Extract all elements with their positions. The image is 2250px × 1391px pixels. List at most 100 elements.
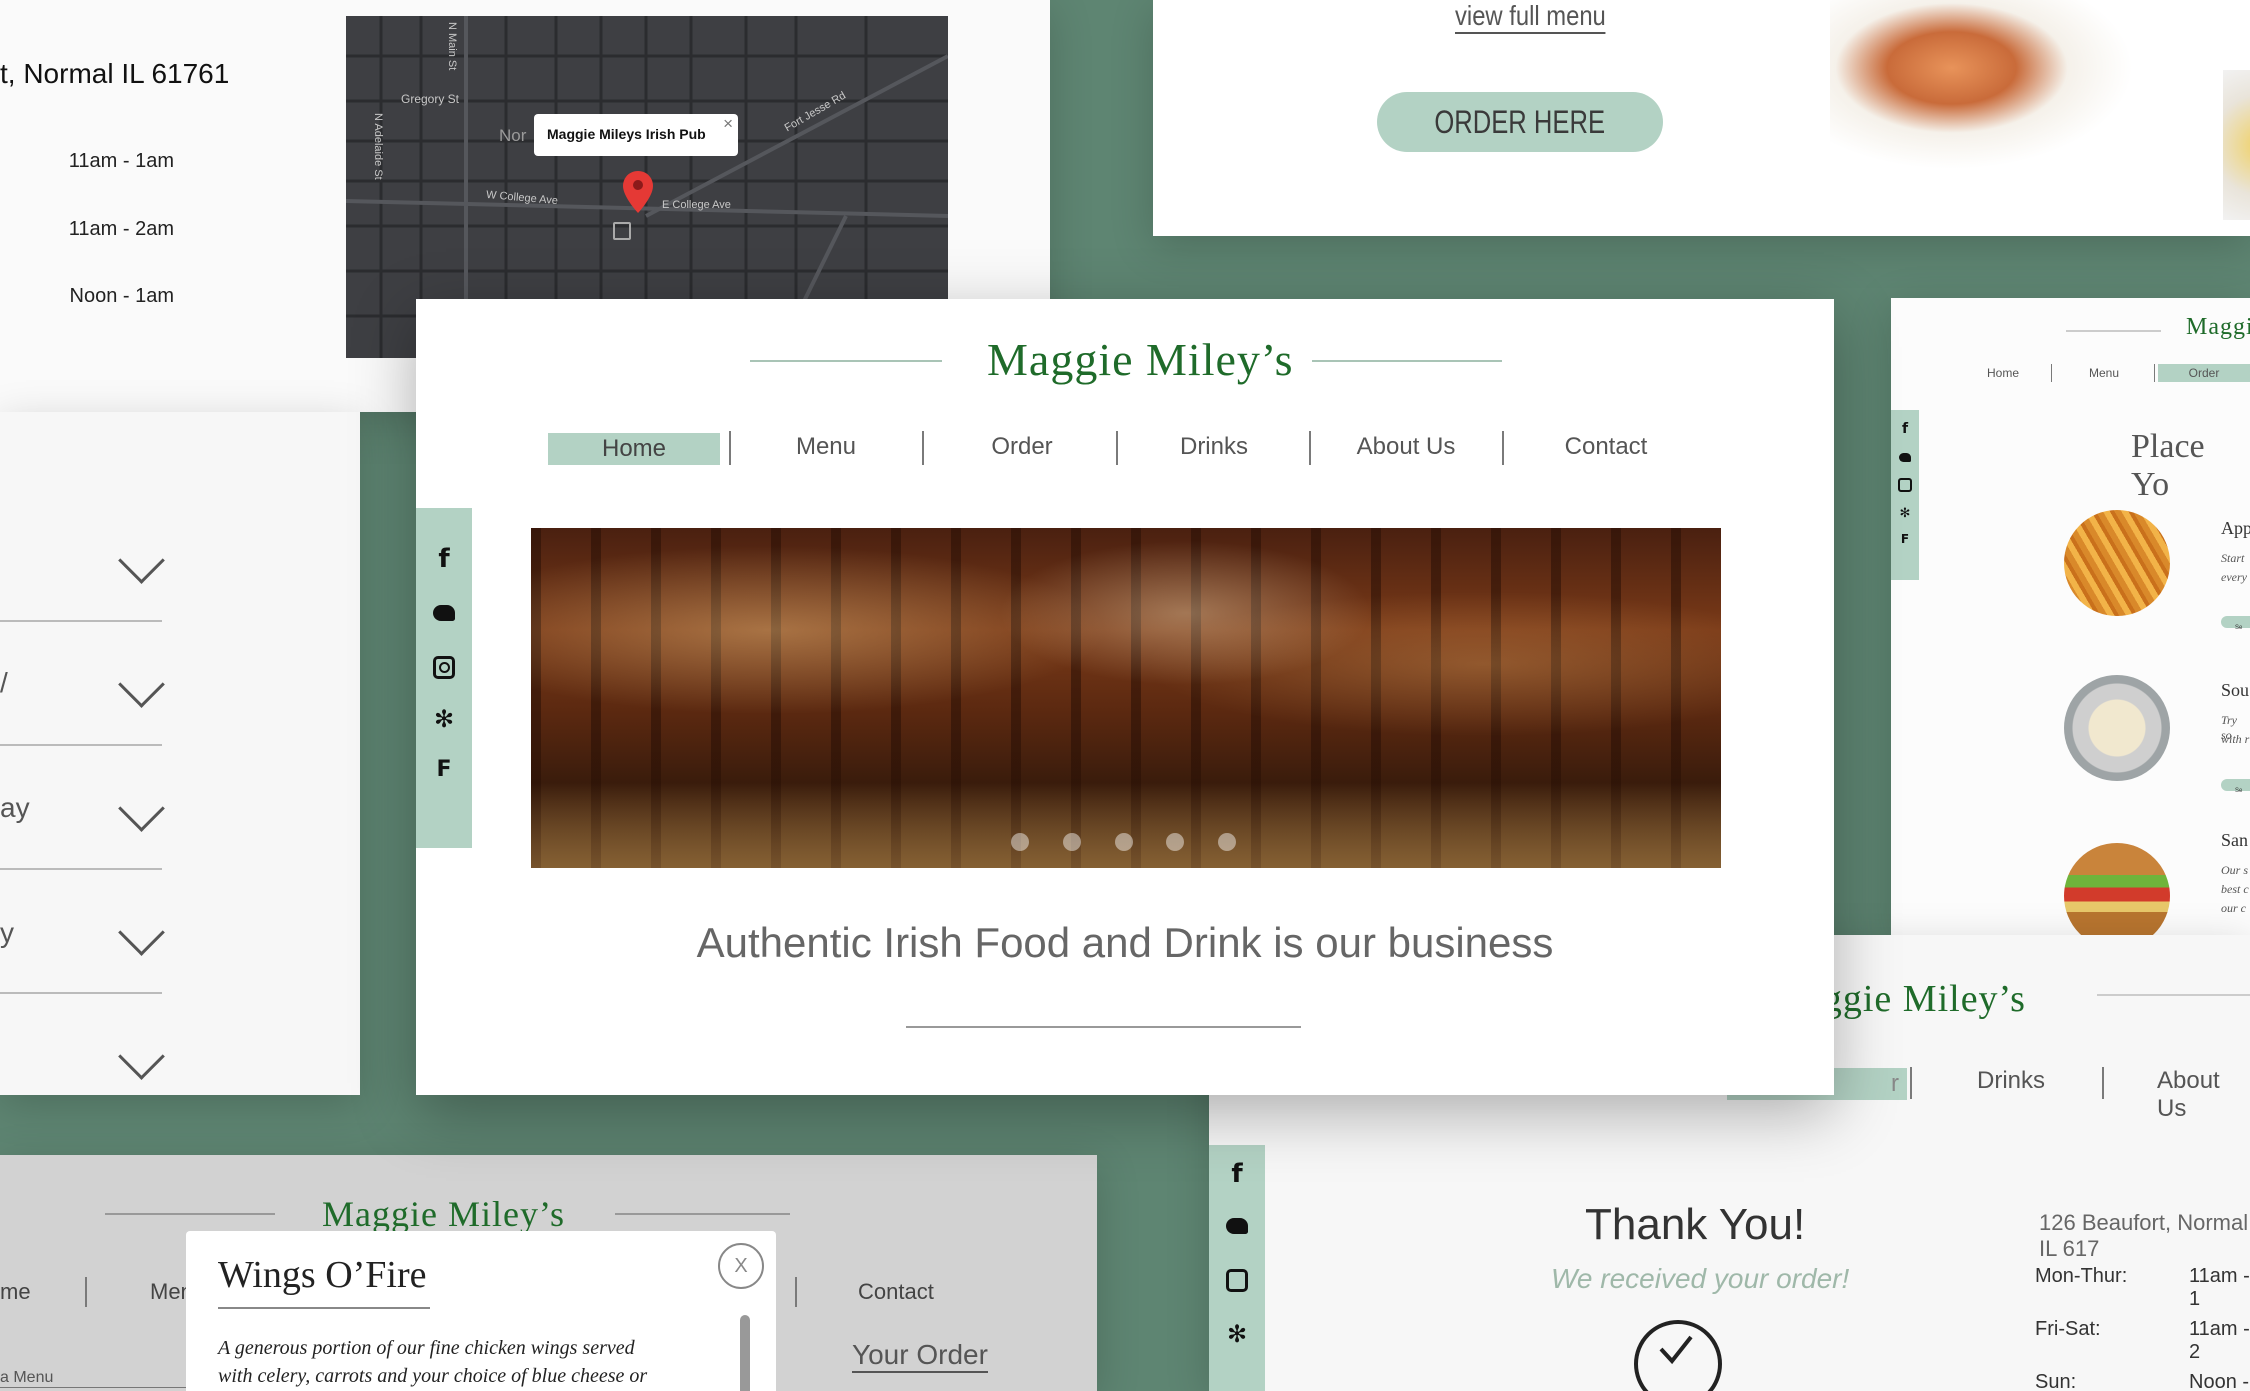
nav-separator [1502, 431, 1504, 465]
order-card: Maggie Home Menu Order Place Yo f ✻ F Ap… [1891, 298, 2250, 938]
map-popup[interactable]: Maggie Mileys Irish Pub × [534, 114, 738, 156]
hours-time: 11am - 1 [2189, 1265, 2250, 1310]
twitter-icon[interactable] [1894, 446, 1916, 468]
map-pin-icon[interactable] [623, 171, 653, 213]
nav-separator [2154, 364, 2155, 382]
modal-scrollbar[interactable] [740, 1315, 750, 1391]
hours-day: Sun: [2035, 1371, 2077, 1391]
street-label: Gregory St [401, 92, 460, 106]
nav-contact[interactable]: Contact [1526, 433, 1686, 461]
hours-time: 11am - 2 [2189, 1318, 2250, 1363]
order-here-label: ORDER HERE [1434, 103, 1606, 140]
slider-dot[interactable] [1011, 833, 1029, 851]
street-label: E College Ave [662, 199, 731, 211]
nav-separator [729, 431, 731, 465]
facebook-icon[interactable]: f [1226, 1159, 1248, 1189]
tagline: Authentic Irish Food and Drink is our bu… [696, 919, 1554, 966]
nav-separator [795, 1277, 797, 1307]
nav-menu[interactable]: Menu [2089, 366, 2119, 380]
divider [0, 992, 162, 994]
chevron-down-icon[interactable] [118, 785, 165, 832]
street-label: N Main St [446, 22, 458, 71]
divider [2066, 330, 2161, 332]
brand-logo[interactable]: Maggie [2186, 314, 2250, 341]
slider-dot[interactable] [1218, 833, 1236, 851]
instagram-icon[interactable] [1226, 1268, 1248, 1292]
transit-icon [613, 222, 631, 240]
sandwich-image[interactable] [2064, 843, 2170, 938]
nav-home[interactable]: me [0, 1279, 31, 1305]
order-heading: Place Yo [2131, 428, 2205, 503]
fries-image[interactable] [2064, 510, 2170, 616]
nav-contact[interactable]: Contact [858, 1279, 934, 1305]
close-button[interactable]: X [718, 1243, 764, 1289]
dish-image-partial [2223, 70, 2250, 220]
nav-order-active[interactable]: Order [2158, 364, 2250, 382]
nav-order[interactable]: Order [942, 433, 1102, 461]
facebook-icon[interactable]: f [1894, 418, 1916, 440]
menu-item-title: San [2221, 830, 2248, 850]
menu-item-desc: Start [2221, 551, 2245, 565]
nav-menu[interactable]: Menu [746, 433, 906, 461]
menu-item-desc: with r [2221, 732, 2250, 746]
your-order-link[interactable]: Your Order [852, 1339, 988, 1373]
nav-drinks[interactable]: Drinks [1134, 433, 1294, 461]
menu-item-desc: best c [2221, 882, 2249, 896]
foursquare-icon[interactable]: F [433, 757, 455, 782]
soup-image[interactable] [2064, 675, 2170, 781]
salmon-dish-image [1830, 0, 2134, 170]
brand-logo[interactable]: Maggie Miley’s [987, 333, 1294, 386]
divider [105, 1213, 275, 1215]
modal-desc: A generous portion of our fine chicken w… [218, 1337, 635, 1359]
nav-home-active[interactable]: Home [548, 433, 720, 465]
menu-item-title: App [2221, 518, 2250, 538]
slider-dot[interactable] [1166, 833, 1184, 851]
twitter-icon[interactable] [1226, 1215, 1248, 1237]
nav-about-us[interactable]: About Us [2157, 1067, 2250, 1123]
instagram-icon[interactable] [1894, 474, 1916, 496]
chevron-down-icon[interactable] [118, 909, 165, 956]
chevron-down-icon[interactable] [118, 537, 165, 584]
order-here-button[interactable]: ORDER HERE [1377, 92, 1663, 152]
brand-logo[interactable]: Maggie Miley’s [322, 1193, 565, 1235]
select-button[interactable]: Se [2221, 616, 2250, 631]
divider [0, 620, 162, 622]
close-icon: X [734, 1254, 748, 1277]
nav-separator [85, 1277, 87, 1307]
nav-drinks[interactable]: Drinks [1977, 1067, 2045, 1095]
hours-value: 11am - 1am [68, 150, 174, 172]
yelp-icon[interactable]: ✻ [1226, 1320, 1248, 1348]
twitter-icon[interactable] [433, 602, 455, 624]
item-modal: Wings O’Fire X A generous portion of our… [186, 1231, 776, 1391]
foursquare-icon[interactable]: F [1894, 528, 1916, 550]
divider [750, 360, 942, 362]
yelp-icon[interactable]: ✻ [433, 705, 455, 733]
divider [218, 1307, 430, 1309]
faq-item-label: ay [0, 792, 30, 823]
instagram-icon[interactable] [433, 655, 455, 679]
menu-item-desc: every [2221, 570, 2247, 584]
chevron-down-icon[interactable] [118, 1033, 165, 1080]
brand-logo[interactable]: aggie Miley’s [1805, 977, 2026, 1021]
hero-slider[interactable] [531, 528, 1721, 868]
slider-dot[interactable] [1063, 833, 1081, 851]
chevron-down-icon[interactable] [118, 661, 165, 708]
address-text: t, Normal IL 61761 [0, 58, 230, 89]
menu-item-desc: our c [2221, 901, 2246, 915]
nav-home[interactable]: Home [1987, 366, 2019, 380]
menu-item-title: Sou [2221, 680, 2250, 700]
yelp-icon[interactable]: ✻ [1894, 502, 1916, 524]
facebook-icon[interactable]: f [433, 544, 455, 574]
divider [2097, 994, 2250, 996]
address-text: 126 Beaufort, Normal IL 617 [2039, 1210, 2249, 1261]
nav-separator [1910, 1067, 1912, 1099]
breadcrumb[interactable]: a Menu [0, 1369, 190, 1388]
close-icon[interactable]: × [723, 114, 733, 134]
slider-dot[interactable] [1115, 833, 1133, 851]
menu-modal-card: Maggie Miley’s me Men Contact Your Order… [0, 1155, 1097, 1391]
nav-about-us[interactable]: About Us [1326, 433, 1486, 461]
street-label: Nor [499, 126, 527, 145]
divider [1312, 360, 1502, 362]
select-button[interactable]: Se [2221, 779, 2250, 794]
view-full-menu-link[interactable]: view full menu [1455, 0, 1606, 34]
